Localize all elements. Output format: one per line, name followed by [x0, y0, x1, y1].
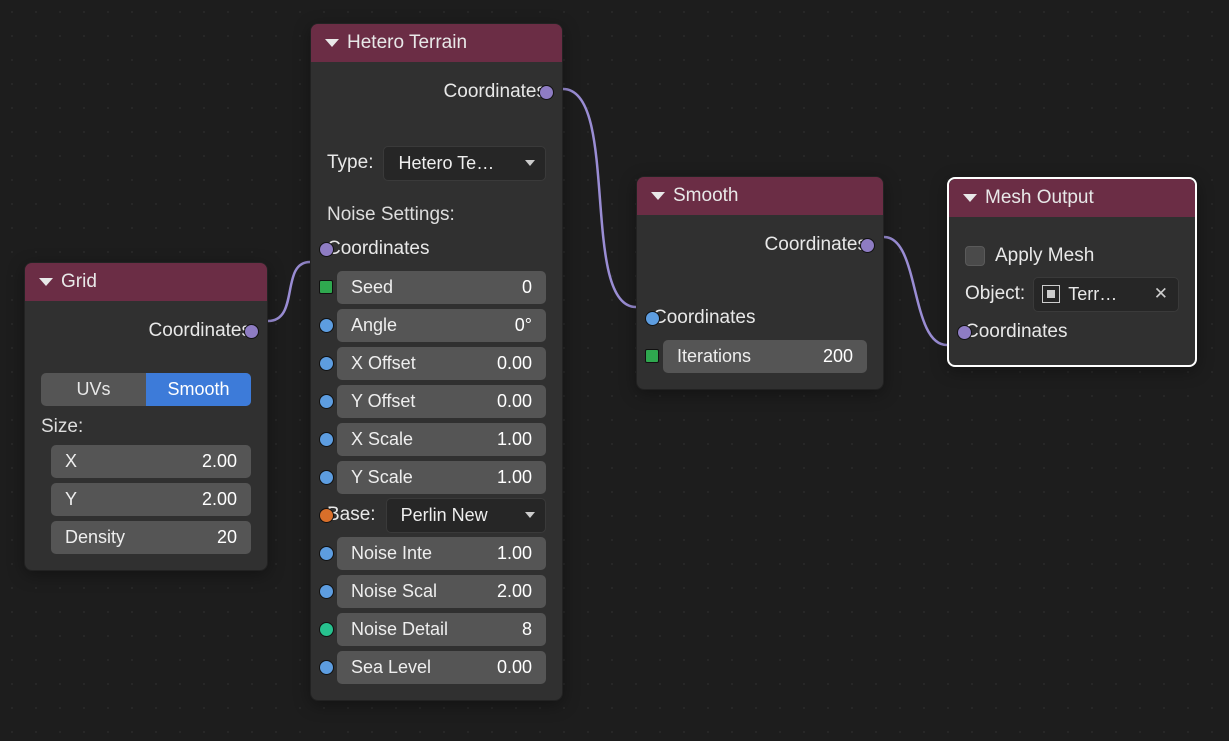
node-title: Hetero Terrain: [347, 32, 467, 54]
input-socket-sea-level[interactable]: [319, 660, 334, 675]
grid-mode-segmented[interactable]: UVs Smooth: [41, 373, 251, 406]
input-socket-coordinates[interactable]: [957, 325, 972, 340]
node-header-grid[interactable]: Grid: [25, 263, 267, 301]
input-socket-base[interactable]: [319, 508, 334, 523]
chevron-down-icon: [963, 194, 977, 202]
field-x-offset[interactable]: X Offset 0.00: [337, 347, 546, 380]
chevron-down-icon: [525, 160, 535, 166]
field-seed[interactable]: Seed 0: [337, 271, 546, 304]
output-socket-coordinates[interactable]: [860, 238, 875, 253]
field-y-offset[interactable]: Y Offset 0.00: [337, 385, 546, 418]
field-size-x[interactable]: X 2.00: [51, 445, 251, 478]
node-title: Grid: [61, 271, 97, 293]
node-header-hetero[interactable]: Hetero Terrain: [311, 24, 562, 62]
dropdown-type[interactable]: Hetero Te…: [383, 146, 546, 181]
chevron-down-icon: [325, 39, 339, 47]
node-hetero-terrain[interactable]: Hetero Terrain Coordinates Type: Hetero …: [310, 23, 563, 701]
input-coordinates-label: Coordinates: [653, 307, 755, 329]
input-socket-coordinates[interactable]: [645, 311, 660, 326]
input-socket-noise-intensity[interactable]: [319, 546, 334, 561]
node-mesh-output[interactable]: Mesh Output Apply Mesh Object: Terr… ✕ C…: [947, 177, 1197, 367]
input-socket-coordinates[interactable]: [319, 242, 334, 257]
object-label: Object:: [965, 283, 1025, 305]
output-coordinates-label: Coordinates: [149, 320, 251, 342]
type-label: Type:: [327, 152, 373, 174]
input-coordinates-label: Coordinates: [327, 238, 429, 260]
field-iterations[interactable]: Iterations 200: [663, 340, 867, 373]
input-socket-y-offset[interactable]: [319, 394, 334, 409]
field-y-scale[interactable]: Y Scale 1.00: [337, 461, 546, 494]
clear-object-icon[interactable]: ✕: [1150, 284, 1172, 304]
output-socket-coordinates[interactable]: [539, 85, 554, 100]
field-density[interactable]: Density 20: [51, 521, 251, 554]
chevron-down-icon: [525, 512, 535, 518]
input-coordinates-label: Coordinates: [965, 321, 1067, 343]
chevron-down-icon: [651, 192, 665, 200]
output-socket-coordinates[interactable]: [244, 324, 259, 339]
node-header-smooth[interactable]: Smooth: [637, 177, 883, 215]
input-socket-seed[interactable]: [319, 280, 333, 294]
field-noise-detail[interactable]: Noise Detail 8: [337, 613, 546, 646]
object-icon: [1042, 285, 1060, 303]
apply-mesh-label: Apply Mesh: [995, 245, 1094, 267]
field-noise-scale[interactable]: Noise Scal 2.00: [337, 575, 546, 608]
node-smooth[interactable]: Smooth Coordinates Coordinates Iteration…: [636, 176, 884, 390]
segment-uvs[interactable]: UVs: [41, 373, 146, 406]
dropdown-base[interactable]: Perlin New: [386, 498, 546, 533]
input-socket-y-scale[interactable]: [319, 470, 334, 485]
segment-smooth[interactable]: Smooth: [146, 373, 251, 406]
node-title: Smooth: [673, 185, 738, 207]
output-coordinates-label: Coordinates: [444, 81, 546, 103]
field-size-y[interactable]: Y 2.00: [51, 483, 251, 516]
chevron-down-icon: [39, 278, 53, 286]
input-socket-noise-detail[interactable]: [319, 622, 334, 637]
input-socket-x-scale[interactable]: [319, 432, 334, 447]
input-socket-iterations[interactable]: [645, 349, 659, 363]
field-x-scale[interactable]: X Scale 1.00: [337, 423, 546, 456]
noise-settings-label: Noise Settings:: [327, 204, 546, 226]
node-grid[interactable]: Grid Coordinates UVs Smooth Size: X 2.00…: [24, 262, 268, 571]
field-noise-intensity[interactable]: Noise Inte 1.00: [337, 537, 546, 570]
input-socket-noise-scale[interactable]: [319, 584, 334, 599]
node-title: Mesh Output: [985, 187, 1094, 209]
input-socket-x-offset[interactable]: [319, 356, 334, 371]
object-picker[interactable]: Terr… ✕: [1033, 277, 1179, 312]
size-label: Size:: [41, 416, 251, 438]
field-sea-level[interactable]: Sea Level 0.00: [337, 651, 546, 684]
node-header-mesh-output[interactable]: Mesh Output: [949, 179, 1195, 217]
output-coordinates-label: Coordinates: [765, 234, 867, 256]
checkbox-apply-mesh[interactable]: [965, 246, 985, 266]
base-label: Base:: [327, 504, 376, 526]
field-angle[interactable]: Angle 0°: [337, 309, 546, 342]
input-socket-angle[interactable]: [319, 318, 334, 333]
